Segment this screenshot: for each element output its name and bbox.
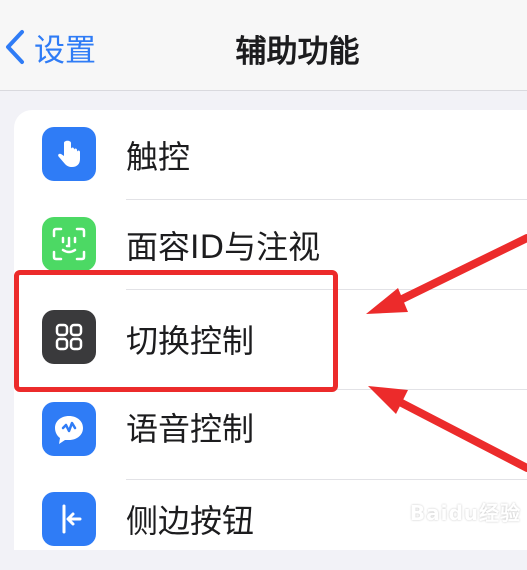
arrow-lower: [368, 386, 527, 472]
watermark: Baidu经验: [409, 501, 521, 525]
arrow-upper: [366, 234, 527, 314]
annotation-arrows: [366, 234, 527, 472]
